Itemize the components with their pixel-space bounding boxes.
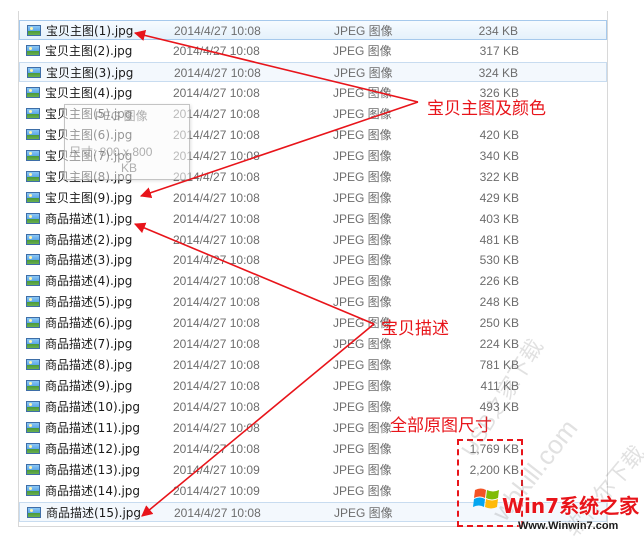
file-explorer-window: 宝贝主图(1).jpg 2014/4/27 10:08 JPEG 图像 234 KB 宝… <box>0 0 644 541</box>
arrow-description-top <box>133 222 375 325</box>
callout-description: 宝贝描述 <box>381 319 449 339</box>
logo-url: Www.Winwin7.com <box>518 520 619 532</box>
windows-flag-icon <box>473 488 499 509</box>
logo-text: Win7系统之家 <box>502 494 640 518</box>
arrow-main-image-bottom <box>139 101 419 199</box>
callout-main-images: 宝贝主图及颜色 <box>427 99 546 119</box>
arrow-description-bottom <box>141 323 375 517</box>
site-logo: Win7系统之家 Www.Winwin7.com <box>466 460 644 537</box>
arrow-main-image-top <box>133 29 419 103</box>
